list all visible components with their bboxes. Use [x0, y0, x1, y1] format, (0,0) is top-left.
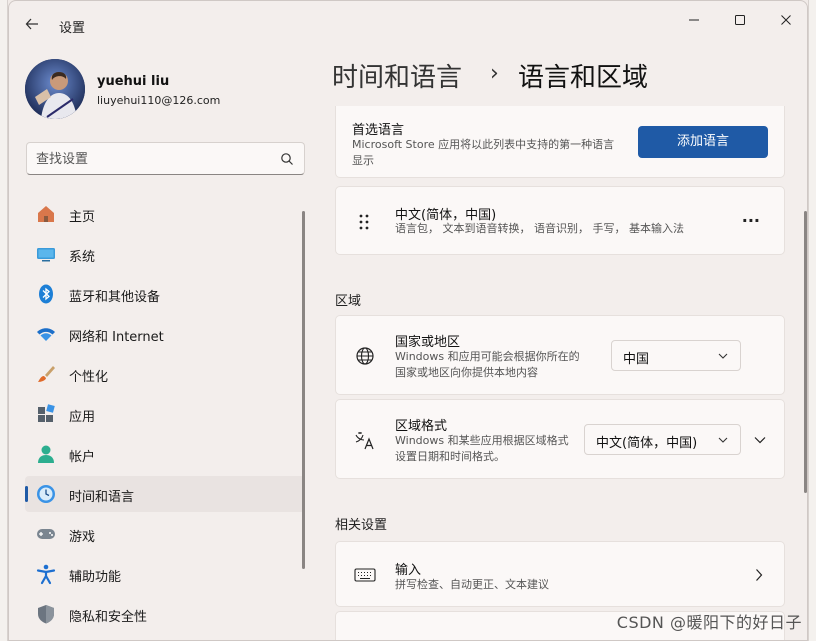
search-box[interactable]	[26, 142, 305, 175]
globe-icon	[356, 347, 374, 365]
sidebar-item-privacy[interactable]: 隐私和安全性	[25, 596, 305, 632]
sidebar-item-home[interactable]: 主页	[25, 196, 305, 232]
sidebar-item-accessibility[interactable]: 辅助功能	[25, 556, 305, 592]
sidebar-item-label: 系统	[69, 250, 96, 265]
language-item-card[interactable]: 中文(简体，中国) 语言包， 文本到语音转换， 语音识别， 手写， 基本输入法 …	[335, 186, 785, 255]
preferred-language-title: 首选语言	[352, 123, 405, 138]
related-settings-header: 相关设置	[335, 518, 388, 533]
wifi-icon	[37, 328, 55, 341]
sidebar-item-label: 网络和 Internet	[69, 330, 164, 345]
more-options-button[interactable]: ···	[742, 211, 760, 230]
time-language-icon	[37, 485, 55, 503]
breadcrumb-separator: ›	[490, 61, 499, 86]
keyboard-icon	[354, 568, 376, 582]
regional-format-title: 区域格式	[395, 419, 448, 434]
sidebar-item-label: 主页	[69, 210, 96, 225]
apps-icon	[38, 404, 55, 422]
regional-format-card[interactable]: 区域格式 Windows 和某些应用根据区域格式设置日期和时间格式。 中文(简体…	[335, 399, 785, 479]
minimize-button[interactable]	[671, 7, 717, 37]
region-section-header: 区域	[335, 294, 362, 309]
background-window-right	[808, 0, 816, 641]
sidebar-item-system[interactable]: 系统	[25, 236, 305, 272]
maximize-button[interactable]	[717, 7, 763, 37]
page-title: 语言和区域	[518, 63, 649, 93]
user-name: yuehui liu	[97, 74, 170, 89]
account-icon	[38, 445, 54, 463]
chevron-down-icon	[718, 437, 728, 443]
sidebar-item-label: 隐私和安全性	[69, 610, 148, 625]
regional-format-select[interactable]: 中文(简体，中国)	[584, 424, 741, 455]
sidebar-item-time-language[interactable]: 时间和语言	[25, 476, 305, 512]
watermark: CSDN @暖阳下的好日子	[616, 613, 802, 632]
input-settings-card[interactable]: 输入 拼写检查、自动更正、文本建议	[335, 541, 785, 607]
back-button[interactable]	[21, 13, 43, 35]
sidebar-scrollbar[interactable]	[302, 211, 305, 569]
sidebar-item-personalization[interactable]: 个性化	[25, 356, 305, 392]
country-select[interactable]: 中国	[611, 340, 741, 371]
sidebar-item-bluetooth[interactable]: 蓝牙和其他设备	[25, 276, 305, 312]
maximize-icon	[735, 15, 745, 25]
chevron-right-icon	[756, 569, 763, 581]
sidebar-item-label: 时间和语言	[69, 490, 135, 505]
accessibility-icon	[36, 564, 56, 585]
expand-chevron-icon[interactable]	[754, 435, 766, 445]
sidebar-item-accounts[interactable]: 帐户	[25, 436, 305, 472]
regional-format-select-value: 中文(简体，中国)	[596, 436, 698, 451]
user-photo-icon	[25, 59, 85, 119]
brush-icon	[38, 366, 55, 382]
sidebar-item-label: 蓝牙和其他设备	[69, 290, 161, 305]
sidebar-item-label: 辅助功能	[69, 570, 122, 585]
home-icon	[38, 206, 54, 222]
preferred-language-card: 首选语言 Microsoft Store 应用将以此列表中支持的第一种语言显示 …	[335, 106, 785, 178]
sidebar-item-gaming[interactable]: 游戏	[25, 516, 305, 552]
regional-format-desc: Windows 和某些应用根据区域格式设置日期和时间格式。	[395, 434, 569, 463]
sidebar-item-apps[interactable]: 应用	[25, 396, 305, 432]
input-desc: 拼写检查、自动更正、文本建议	[395, 578, 549, 591]
preferred-language-desc: Microsoft Store 应用将以此列表中支持的第一种语言显示	[352, 138, 615, 167]
breadcrumb-parent[interactable]: 时间和语言	[332, 57, 462, 94]
background-window-left	[0, 0, 8, 641]
search-icon[interactable]	[280, 152, 294, 166]
user-email: liuyehui110@126.com	[97, 94, 221, 107]
drag-handle-icon[interactable]	[358, 213, 370, 231]
chevron-down-icon	[718, 353, 728, 359]
close-button[interactable]	[763, 7, 807, 37]
sidebar-item-label: 个性化	[69, 370, 109, 385]
bluetooth-icon	[39, 284, 53, 304]
country-select-value: 中国	[623, 352, 650, 367]
title-bar: 设置	[9, 1, 807, 45]
gaming-icon	[37, 529, 55, 539]
input-title: 输入	[395, 563, 422, 578]
sidebar-item-label: 应用	[69, 410, 96, 425]
regional-format-icon	[355, 432, 374, 450]
sidebar-item-network[interactable]: 网络和 Internet	[25, 316, 305, 352]
country-region-desc: Windows 和应用可能会根据你所在的国家或地区向你提供本地内容	[395, 350, 580, 379]
sidebar-nav: 主页 系统 蓝牙和其他设备 网络和 Internet 个性化 应用 帐户 时间和…	[25, 196, 305, 636]
sidebar-item-label: 游戏	[69, 530, 96, 545]
search-input[interactable]	[36, 150, 266, 168]
country-region-title: 国家或地区	[395, 335, 461, 350]
system-icon	[37, 248, 55, 262]
language-features: 语言包， 文本到语音转换， 语音识别， 手写， 基本输入法	[395, 222, 684, 235]
content-scrollbar[interactable]	[804, 211, 807, 493]
add-language-button[interactable]: 添加语言	[638, 126, 768, 158]
country-region-card: 国家或地区 Windows 和应用可能会根据你所在的国家或地区向你提供本地内容 …	[335, 315, 785, 395]
close-icon	[781, 15, 791, 25]
sidebar-item-label: 帐户	[69, 450, 96, 465]
app-title: 设置	[59, 21, 86, 36]
shield-icon	[38, 605, 54, 624]
minimize-icon	[689, 19, 699, 21]
avatar[interactable]	[25, 59, 85, 119]
back-arrow-icon	[25, 18, 38, 30]
settings-window: 设置 yuehui liu liuyehui110@126.com 查找设置 主…	[8, 0, 808, 641]
